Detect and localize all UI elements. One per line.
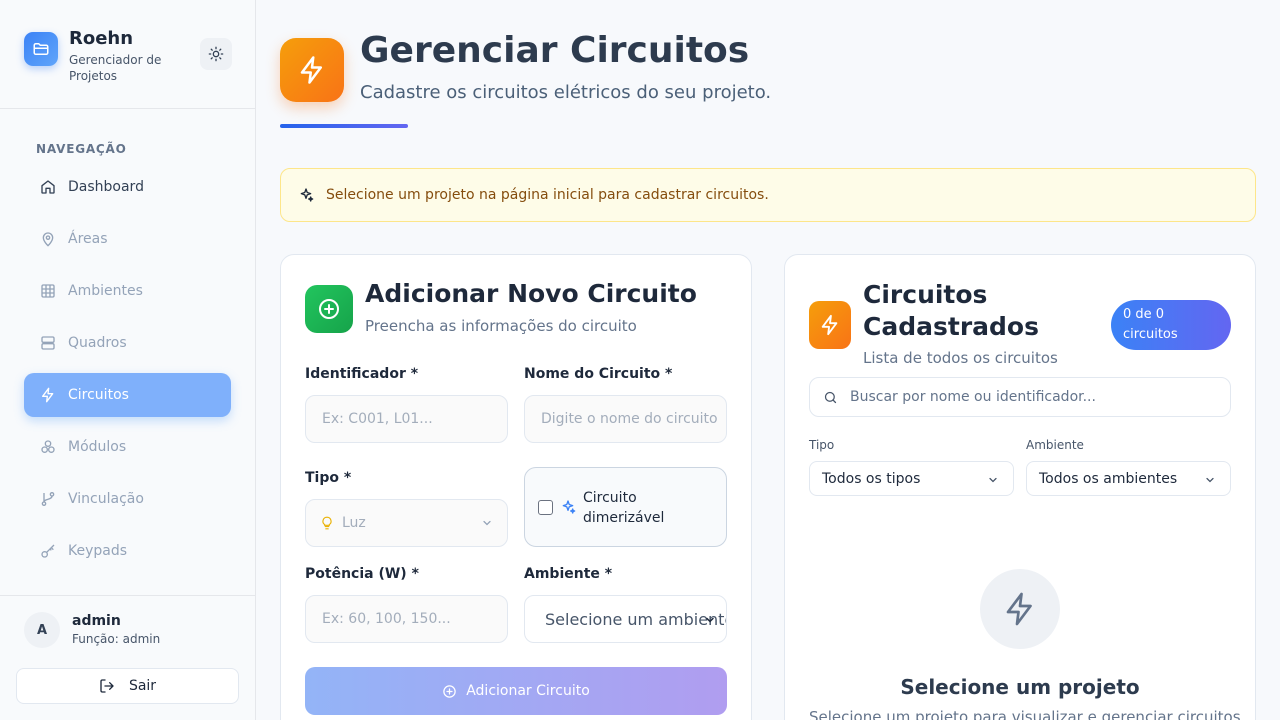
potencia-label: Potência (W) * [305,566,419,582]
brand-name: Roehn [69,28,134,49]
dimmer-checkbox[interactable] [538,500,553,515]
plus-circle-icon [443,684,456,698]
tipo-select[interactable]: Luz [305,499,508,547]
potencia-input[interactable]: Ex: 60, 100, 150... [305,595,508,643]
tipo-filter-value: Todos os tipos [822,470,921,487]
chevron-down-icon [1206,477,1214,483]
sidebar-divider [0,108,255,109]
sparkles-icon [300,188,314,202]
grid-icon [41,284,55,298]
sidebar-item-label: Quadros [68,335,127,351]
nome-label: Nome do Circuito * [524,366,673,382]
add-circuit-label: Adicionar Circuito [466,683,590,699]
sidebar-item-label: Keypads [68,543,128,559]
dimmer-option[interactable]: Circuito dimerizável [524,467,727,547]
map-pin-icon [42,232,54,247]
sparkles-icon [562,500,576,514]
avatar: A [24,612,60,648]
alert-text: Selecione um projeto na página inicial p… [326,187,769,203]
sidebar: Roehn Gerenciador de Projetos NAVEGAÇÃO … [0,0,256,720]
identificador-placeholder: Ex: C001, L01... [322,411,433,427]
chevron-down-icon [989,477,997,483]
boxes-icon [41,440,55,453]
sidebar-item-label: Dashboard [68,179,144,195]
ambiente-select[interactable]: Selecione um ambiente [524,595,727,643]
list-title: Circuitos Cadastrados [863,280,1039,341]
sidebar-item-keypads[interactable]: Keypads [24,529,231,573]
dimmer-label: Circuito dimerizável [583,490,665,526]
folder-icon [24,32,58,66]
form-title: Adicionar Novo Circuito [365,279,697,308]
nav-heading: NAVEGAÇÃO [36,142,127,156]
sidebar-item-areas[interactable]: Áreas [24,217,231,261]
sidebar-item-label: Circuitos [68,387,129,403]
nome-placeholder: Digite o nome do circuito [541,411,718,427]
theme-toggle-button[interactable] [200,38,232,70]
ambiente-filter-value: Todos os ambientes [1039,470,1178,487]
brand-subtitle: Gerenciador de Projetos [69,53,162,83]
nome-input[interactable]: Digite o nome do circuito [524,395,727,443]
zap-icon [809,301,851,349]
server-icon [41,336,55,350]
ambiente-value: Selecione um ambiente [545,609,727,629]
sun-icon [208,46,224,62]
tipo-filter-label: Tipo [809,438,835,452]
sidebar-divider [0,595,255,596]
project-alert: Selecione um projeto na página inicial p… [280,168,1256,222]
identificador-input[interactable]: Ex: C001, L01... [305,395,508,443]
search-icon [824,391,837,403]
logout-label: Sair [128,678,157,694]
page-subtitle: Cadastre os circuitos elétricos do seu p… [360,82,772,103]
zap-icon [280,38,344,102]
sidebar-item-label: Áreas [68,231,108,247]
add-circuit-button[interactable]: Adicionar Circuito [305,667,727,715]
title-underline [280,124,408,128]
plus-circle-icon [305,285,353,333]
ambiente-label: Ambiente * [524,566,613,582]
sidebar-item-quadros[interactable]: Quadros [24,321,231,365]
chevron-down-icon [706,617,714,623]
zap-icon [980,569,1060,649]
sidebar-item-label: Ambientes [68,283,143,299]
identificador-label: Identificador * [305,366,419,382]
page-title: Gerenciar Circuitos [360,30,750,71]
count-badge: 0 de 0 circuitos [1111,300,1231,350]
zap-icon [42,387,54,403]
list-subtitle: Lista de todos os circuitos [863,349,1058,367]
sidebar-item-label: Vinculação [68,491,144,507]
tipo-value: Luz [342,515,366,531]
git-branch-icon [41,492,55,506]
sidebar-item-dashboard[interactable]: Dashboard [24,165,231,209]
ambiente-filter-label: Ambiente [1026,438,1084,452]
chevron-down-icon [483,520,491,526]
sidebar-item-modulos[interactable]: Módulos [24,425,231,469]
user-name: admin [72,613,121,629]
brand: Roehn Gerenciador de Projetos [24,28,234,88]
user-role: Função: admin [72,632,161,646]
log-out-icon [100,679,114,693]
logout-button[interactable]: Sair [16,668,239,704]
tipo-filter-select[interactable]: Todos os tipos [809,461,1014,496]
home-icon [41,180,55,194]
search-input[interactable]: Buscar por nome ou identificador... [809,377,1231,417]
sidebar-item-label: Módulos [68,439,127,455]
sidebar-item-ambientes[interactable]: Ambientes [24,269,231,313]
ambiente-filter-select[interactable]: Todos os ambientes [1026,461,1231,496]
search-placeholder: Buscar por nome ou identificador... [850,389,1096,405]
form-subtitle: Preencha as informações do circuito [365,317,637,335]
tipo-label: Tipo * [305,470,352,486]
potencia-placeholder: Ex: 60, 100, 150... [322,611,451,627]
sidebar-item-circuitos[interactable]: Circuitos [24,373,231,417]
sidebar-item-vinculacao[interactable]: Vinculação [24,477,231,521]
empty-state-title: Selecione um projeto [900,675,1140,699]
key-icon [41,544,55,558]
empty-state-subtitle: Selecione um projeto para visualizar e g… [809,708,1246,720]
lightbulb-icon [322,516,332,530]
